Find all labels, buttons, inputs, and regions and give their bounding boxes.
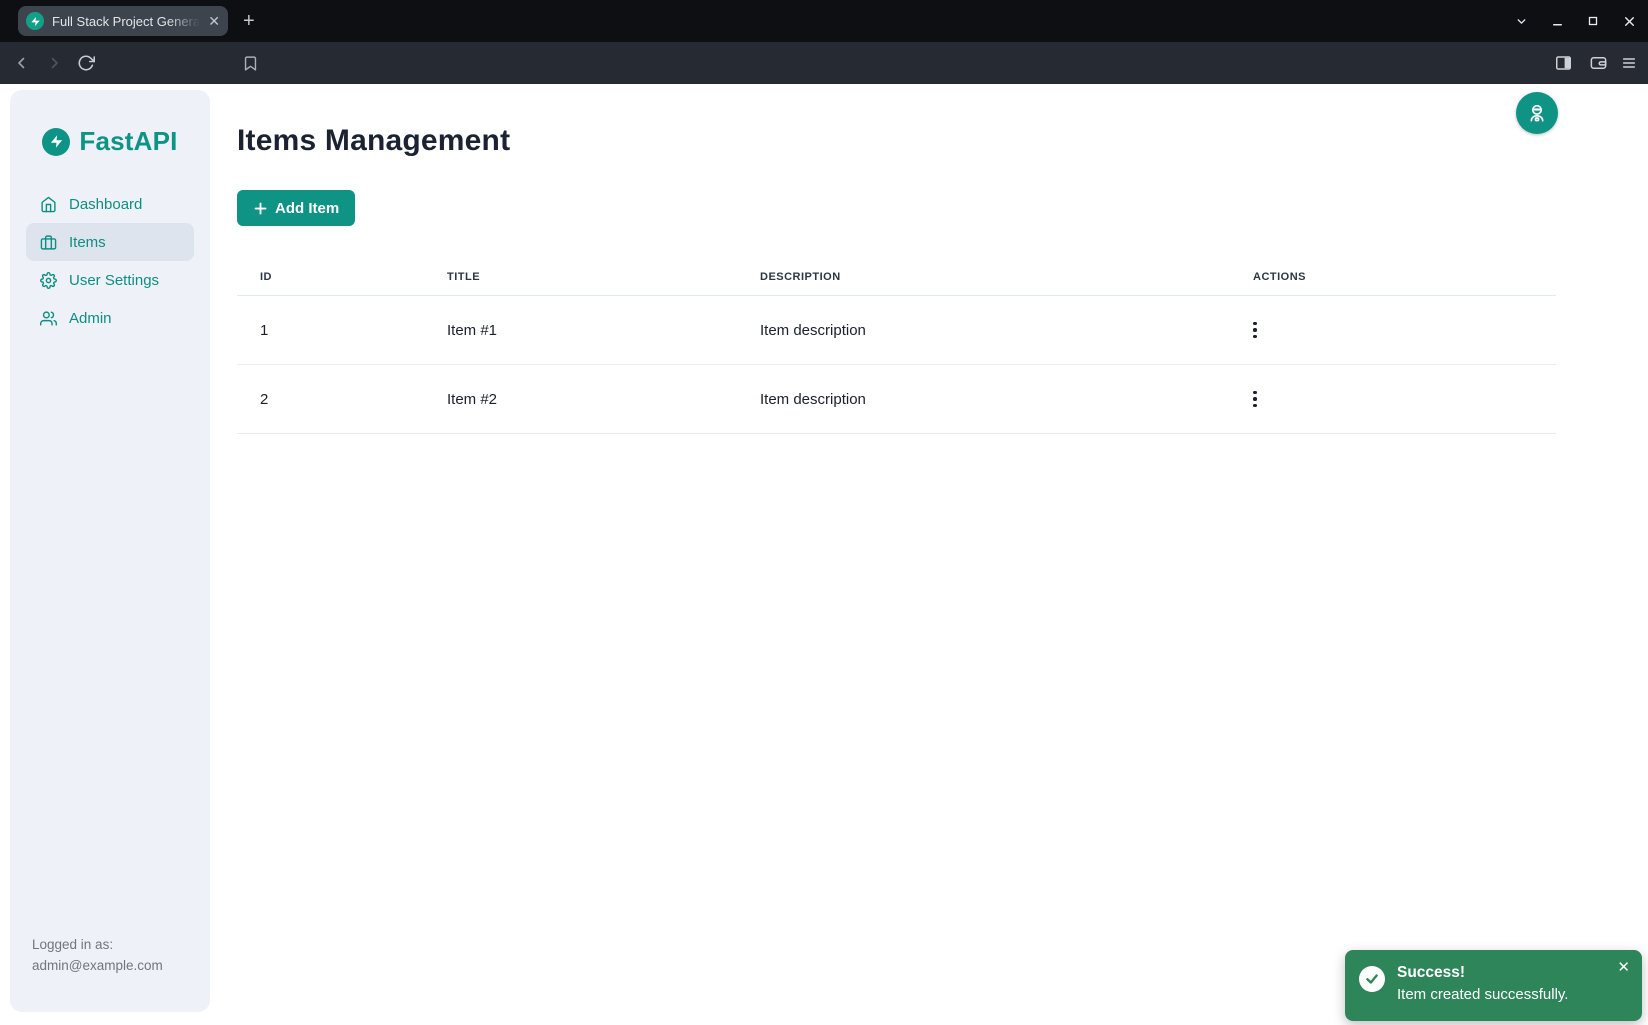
- sidebar-item-user-settings[interactable]: User Settings: [26, 261, 194, 299]
- plus-icon: [253, 201, 268, 216]
- user-astronaut-icon: [1526, 102, 1548, 124]
- success-toast: Success! Item created successfully. ✕: [1345, 950, 1642, 1021]
- browser-tab-bar: Full Stack Project Genera ✕ +: [0, 0, 1648, 42]
- tab-title: Full Stack Project Genera: [52, 14, 200, 29]
- maximize-button[interactable]: [1586, 14, 1600, 28]
- sidebar-item-admin[interactable]: Admin: [26, 299, 194, 337]
- forward-button-icon: [42, 42, 66, 84]
- row-actions-kebab-icon[interactable]: [1247, 387, 1263, 412]
- cell-id: 1: [237, 322, 424, 339]
- sidebar-nav: Dashboard Items User Settings Admin: [10, 185, 210, 337]
- table-header-row: ID TITLE DESCRIPTION ACTIONS: [237, 258, 1556, 296]
- wallet-icon[interactable]: [1586, 42, 1610, 84]
- browser-tab[interactable]: Full Stack Project Genera ✕: [18, 6, 228, 36]
- app-page: FastAPI Dashboard Items User Settings: [0, 84, 1648, 1025]
- cell-title: Item #1: [424, 322, 737, 339]
- column-header-id: ID: [237, 271, 424, 283]
- table-row: 1 Item #1 Item description: [237, 296, 1556, 365]
- cell-title: Item #2: [424, 391, 737, 408]
- column-header-title: TITLE: [424, 271, 737, 283]
- fastapi-logo: FastAPI: [10, 126, 210, 157]
- sidebar-toggle-icon[interactable]: [1551, 42, 1575, 84]
- browser-toolbar: localhost/items 1: [0, 42, 1648, 84]
- lightning-bolt-icon: [42, 128, 70, 156]
- users-icon: [40, 310, 57, 327]
- cell-id: 2: [237, 391, 424, 408]
- row-actions-kebab-icon[interactable]: [1247, 318, 1263, 343]
- reload-button-icon[interactable]: [74, 42, 98, 84]
- add-item-button[interactable]: Add Item: [237, 190, 355, 226]
- cell-description: Item description: [737, 391, 1230, 408]
- briefcase-icon: [40, 234, 57, 251]
- new-tab-button[interactable]: +: [243, 12, 255, 30]
- sidebar-item-label: User Settings: [69, 272, 159, 289]
- minimize-button[interactable]: [1550, 14, 1564, 28]
- user-menu-button[interactable]: [1516, 92, 1558, 134]
- sidebar-item-label: Dashboard: [69, 196, 142, 213]
- sidebar-item-items[interactable]: Items: [26, 223, 194, 261]
- page-title: Items Management: [237, 124, 510, 158]
- logo-text: FastAPI: [79, 126, 177, 157]
- tab-close-icon[interactable]: ✕: [208, 14, 220, 28]
- sidebar-item-label: Admin: [69, 310, 112, 327]
- column-header-actions: ACTIONS: [1230, 271, 1556, 283]
- logged-in-email: admin@example.com: [32, 955, 163, 976]
- cell-description: Item description: [737, 322, 1230, 339]
- toast-title: Success!: [1397, 963, 1568, 983]
- close-window-button[interactable]: [1622, 14, 1636, 28]
- logged-in-label: Logged in as:: [32, 934, 163, 955]
- sidebar: FastAPI Dashboard Items User Settings: [10, 90, 210, 1012]
- check-circle-icon: [1359, 966, 1385, 992]
- gear-icon: [40, 272, 57, 289]
- back-button-icon[interactable]: [10, 42, 34, 84]
- sidebar-item-label: Items: [69, 234, 106, 251]
- home-icon: [40, 196, 57, 213]
- items-table: ID TITLE DESCRIPTION ACTIONS 1 Item #1 I…: [237, 258, 1556, 434]
- column-header-description: DESCRIPTION: [737, 271, 1230, 283]
- fastapi-favicon-icon: [26, 12, 44, 30]
- sidebar-item-dashboard[interactable]: Dashboard: [26, 185, 194, 223]
- bookmark-icon[interactable]: [238, 42, 262, 84]
- toast-close-icon[interactable]: ✕: [1615, 958, 1632, 977]
- logged-in-footer: Logged in as: admin@example.com: [32, 934, 163, 976]
- add-item-label: Add Item: [275, 200, 339, 217]
- tab-search-chevron-icon[interactable]: [1514, 14, 1528, 28]
- toast-message: Item created successfully.: [1397, 983, 1568, 1006]
- menu-hamburger-icon[interactable]: [1617, 42, 1641, 84]
- table-row: 2 Item #2 Item description: [237, 365, 1556, 434]
